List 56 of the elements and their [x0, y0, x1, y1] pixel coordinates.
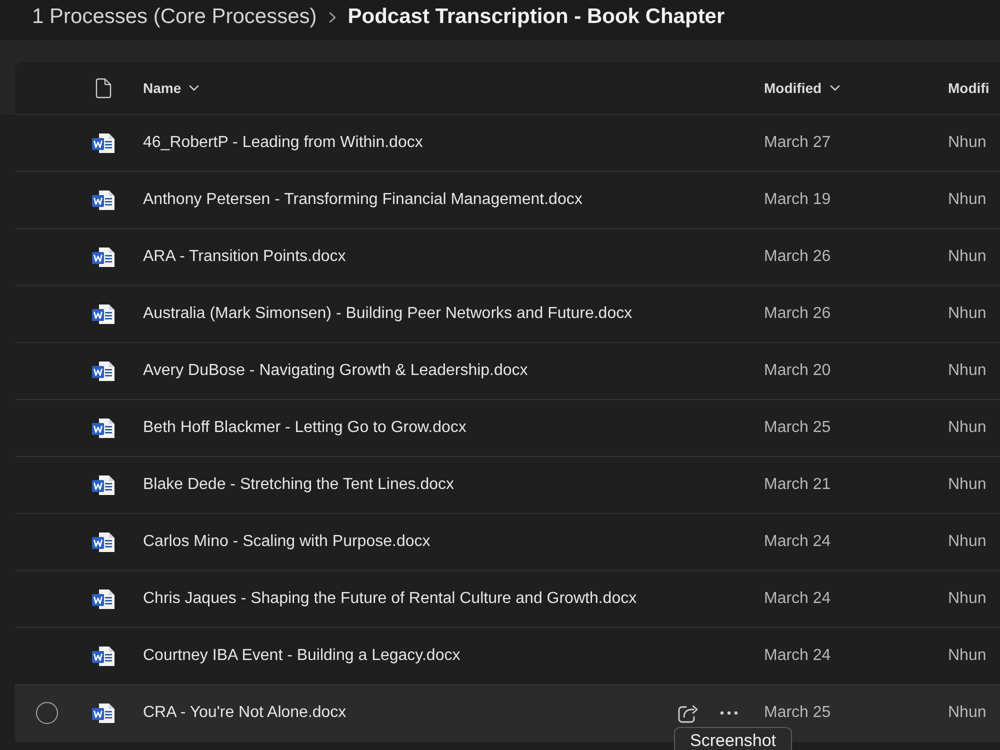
document-icon [92, 418, 114, 438]
modified-date: March 26 [764, 248, 832, 266]
more-icon [720, 711, 738, 715]
document-icon [92, 532, 114, 552]
document-icon [92, 190, 114, 210]
modified-date: March 20 [764, 362, 832, 380]
modified-by: Nhun [948, 590, 988, 608]
modified-date: March 24 [764, 647, 832, 665]
column-header[interactable]: Modifi [948, 80, 990, 96]
column-header[interactable]: Name [143, 80, 200, 96]
file-name[interactable]: Beth Hoff Blackmer - Letting Go to Grow.docx [143, 419, 466, 437]
more-button[interactable] [718, 709, 740, 717]
column-header[interactable]: Modified [764, 80, 840, 96]
share-icon [678, 704, 698, 722]
breadcrumb-item[interactable]: 1 Processes (Core Processes) [32, 5, 317, 29]
modified-date: March 21 [764, 476, 832, 494]
document-icon [94, 78, 112, 98]
modified-by: Nhun [948, 704, 988, 722]
file-name[interactable]: Chris Jaques - Shaping the Future of Rental Culture and Growth.docx [143, 590, 637, 608]
modified-date: March 24 [764, 590, 832, 608]
modified-date: March 25 [764, 704, 832, 722]
file-name[interactable]: CRA - You're Not Alone.docx [143, 704, 346, 722]
document-icon [92, 304, 114, 324]
modified-by: Nhun [948, 647, 988, 665]
file-name[interactable]: Avery DuBose - Navigating Growth & Leadership.docx [143, 362, 528, 380]
document-icon [92, 246, 114, 268]
tooltip: Screenshot [674, 727, 792, 750]
modified-by: Nhun [948, 191, 988, 209]
file-name[interactable]: Anthony Petersen - Transforming Financial Management.docx [143, 191, 582, 209]
modified-date: March 24 [764, 533, 832, 551]
modified-by: Nhun [948, 476, 988, 494]
file-name[interactable]: Australia (Mark Simonsen) - Building Peer Networks and Future.docx [143, 305, 632, 323]
document-icon [92, 588, 114, 610]
modified-by: Nhun [948, 134, 988, 152]
file-name[interactable]: ARA - Transition Points.docx [143, 248, 346, 266]
file-name[interactable]: Blake Dede - Stretching the Tent Lines.docx [143, 476, 454, 494]
modified-by: Nhun [948, 419, 988, 437]
document-icon [92, 702, 114, 724]
document-icon [92, 360, 114, 382]
file-name[interactable]: 46_RobertP - Leading from Within.docx [143, 134, 423, 152]
document-icon [92, 474, 114, 496]
file-name[interactable]: Carlos Mino - Scaling with Purpose.docx [143, 533, 430, 551]
modified-date: March 19 [764, 191, 832, 209]
modified-date: March 25 [764, 419, 832, 437]
modified-by: Nhun [948, 362, 988, 380]
modified-by: Nhun [948, 533, 988, 551]
document-icon [92, 132, 114, 154]
modified-date: March 26 [764, 305, 832, 323]
modified-date: March 27 [764, 134, 832, 152]
modified-by: Nhun [948, 248, 988, 266]
modified-by: Nhun [948, 305, 988, 323]
select-circle[interactable] [36, 702, 58, 724]
file-name[interactable]: Courtney IBA Event - Building a Legacy.docx [143, 647, 460, 665]
chevron-icon [328, 12, 336, 22]
breadcrumb-item[interactable]: Podcast Transcription - Book Chapter [348, 5, 725, 29]
document-icon [92, 646, 114, 666]
